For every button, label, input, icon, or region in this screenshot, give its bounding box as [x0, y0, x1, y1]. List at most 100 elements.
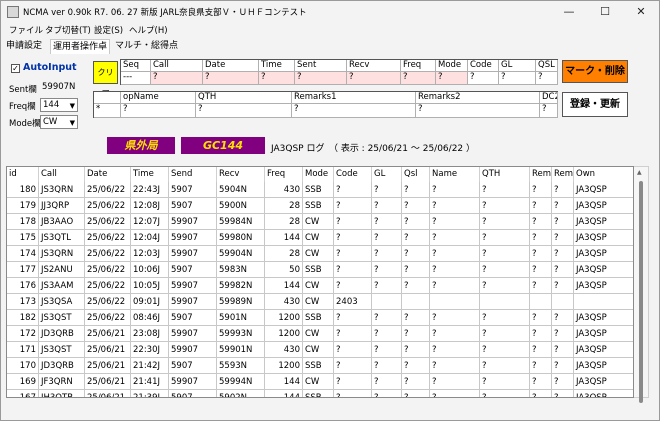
- cell-id[interactable]: 174: [7, 246, 39, 262]
- cell-call[interactable]: JB3AAO: [39, 214, 85, 230]
- cell-remarks1[interactable]: ?: [530, 310, 552, 326]
- cell-freq[interactable]: 144: [265, 374, 303, 390]
- cell-qsl[interactable]: ?: [402, 262, 430, 278]
- cell-qsl[interactable]: [402, 294, 430, 310]
- cell-remarks2[interactable]: [552, 294, 574, 310]
- cell-remarks1[interactable]: ?: [530, 358, 552, 374]
- cell-time[interactable]: 12:07J: [131, 214, 169, 230]
- cell-id[interactable]: 175: [7, 230, 39, 246]
- cell-remarks2[interactable]: ?: [552, 262, 574, 278]
- table-row[interactable]: 174 JS3QRN 25/06/22 12:03J 59907 59904N 28 CW??…: [7, 246, 633, 262]
- cell-name[interactable]: ?: [430, 278, 480, 294]
- cell-call[interactable]: JD3QRB: [39, 326, 85, 342]
- cell-qsl[interactable]: ?: [402, 374, 430, 390]
- cell-qsl[interactable]: ?: [402, 326, 430, 342]
- cell-name[interactable]: ?: [430, 182, 480, 198]
- table-row[interactable]: 175 JS3QTL 25/06/22 12:04J 59907 59980N 144 CW?…: [7, 230, 633, 246]
- cell-recv[interactable]: 5593N: [217, 358, 265, 374]
- cell-time[interactable]: 09:01J: [131, 294, 169, 310]
- cell-id[interactable]: 179: [7, 198, 39, 214]
- menu-file[interactable]: ファイル: [9, 24, 43, 36]
- cell-send[interactable]: 59907: [169, 230, 217, 246]
- cell-send[interactable]: 59907: [169, 326, 217, 342]
- cell-id[interactable]: 182: [7, 310, 39, 326]
- cell-id[interactable]: 167: [7, 390, 39, 397]
- column-header-time[interactable]: Time: [131, 167, 169, 182]
- cell-recv[interactable]: 5902N: [217, 390, 265, 397]
- cell-id[interactable]: 177: [7, 262, 39, 278]
- entry-date-field[interactable]: ?: [203, 72, 259, 85]
- cell-own[interactable]: JA3QSP: [574, 278, 633, 294]
- cell-mode[interactable]: SSB: [303, 182, 334, 198]
- column-header-id[interactable]: id: [7, 167, 39, 182]
- column-header-recv[interactable]: Recv: [217, 167, 265, 182]
- cell-own[interactable]: JA3QSP: [574, 246, 633, 262]
- cell-code[interactable]: 2403: [334, 294, 372, 310]
- cell-call[interactable]: JS3QSA: [39, 294, 85, 310]
- cell-remarks1[interactable]: ?: [530, 390, 552, 397]
- cell-mode[interactable]: CW: [303, 342, 334, 358]
- menu-settings[interactable]: 設定(S): [94, 24, 123, 36]
- cell-id[interactable]: 169: [7, 374, 39, 390]
- cell-freq[interactable]: 144: [265, 230, 303, 246]
- table-row[interactable]: 179 JJ3QRP 25/06/22 12:08J 5907 5900N 28 SSB???…: [7, 198, 633, 214]
- cell-mode[interactable]: SSB: [303, 358, 334, 374]
- entry-dc2-field[interactable]: ?: [540, 104, 558, 118]
- cell-id[interactable]: 170: [7, 358, 39, 374]
- cell-recv[interactable]: 59980N: [217, 230, 265, 246]
- cell-remarks1[interactable]: ?: [530, 230, 552, 246]
- cell-qth[interactable]: ?: [480, 342, 530, 358]
- cell-gl[interactable]: ?: [372, 214, 402, 230]
- maximize-button[interactable]: ☐: [587, 1, 623, 23]
- cell-call[interactable]: JF3QRN: [39, 374, 85, 390]
- cell-remarks1[interactable]: ?: [530, 326, 552, 342]
- cell-qth[interactable]: ?: [480, 326, 530, 342]
- cell-send[interactable]: 5907: [169, 182, 217, 198]
- cell-code[interactable]: ?: [334, 390, 372, 397]
- cell-call[interactable]: JS3QRN: [39, 246, 85, 262]
- cell-mode[interactable]: CW: [303, 278, 334, 294]
- cell-remarks1[interactable]: ?: [530, 182, 552, 198]
- cell-gl[interactable]: ?: [372, 390, 402, 397]
- cell-date[interactable]: 25/06/22: [85, 198, 131, 214]
- cell-call[interactable]: JS2ANU: [39, 262, 85, 278]
- cell-name[interactable]: ?: [430, 246, 480, 262]
- cell-qth[interactable]: ?: [480, 310, 530, 326]
- column-header-code[interactable]: Code: [334, 167, 372, 182]
- cell-name[interactable]: ?: [430, 214, 480, 230]
- cell-recv[interactable]: 59994N: [217, 374, 265, 390]
- cell-mode[interactable]: SSB: [303, 310, 334, 326]
- cell-code[interactable]: ?: [334, 374, 372, 390]
- cell-code[interactable]: ?: [334, 358, 372, 374]
- cell-remarks1[interactable]: ?: [530, 342, 552, 358]
- entry-mode-field[interactable]: ?: [436, 72, 468, 85]
- cell-recv[interactable]: 5983N: [217, 262, 265, 278]
- cell-name[interactable]: ?: [430, 390, 480, 397]
- cell-code[interactable]: ?: [334, 326, 372, 342]
- cell-name[interactable]: [430, 294, 480, 310]
- cell-mode[interactable]: CW: [303, 214, 334, 230]
- entry-sent-field[interactable]: ?: [295, 72, 347, 85]
- cell-freq[interactable]: 1200: [265, 358, 303, 374]
- cell-qth[interactable]: ?: [480, 198, 530, 214]
- tab-operator-console[interactable]: 運用者操作卓: [50, 39, 111, 54]
- cell-send[interactable]: 5907: [169, 358, 217, 374]
- column-header-send[interactable]: Send: [169, 167, 217, 182]
- entry-freq-field[interactable]: ?: [401, 72, 436, 85]
- cell-qth[interactable]: ?: [480, 230, 530, 246]
- cell-time[interactable]: 21:42J: [131, 358, 169, 374]
- table-row[interactable]: 167 JH3QTB 25/06/21 21:39J 5907 5902N 144 SSB??…: [7, 390, 633, 397]
- cell-mode[interactable]: CW: [303, 326, 334, 342]
- cell-id[interactable]: 180: [7, 182, 39, 198]
- entry-opname-field[interactable]: ?: [121, 104, 196, 118]
- mode-select[interactable]: CW ▼: [40, 115, 78, 129]
- cell-recv[interactable]: 5900N: [217, 198, 265, 214]
- cell-own[interactable]: JA3QSP: [574, 374, 633, 390]
- menu-help[interactable]: ヘルプ(H): [129, 24, 168, 36]
- cell-gl[interactable]: [372, 294, 402, 310]
- cell-call[interactable]: JS3QRN: [39, 182, 85, 198]
- cell-name[interactable]: ?: [430, 310, 480, 326]
- cell-mode[interactable]: SSB: [303, 262, 334, 278]
- cell-gl[interactable]: ?: [372, 262, 402, 278]
- cell-name[interactable]: ?: [430, 230, 480, 246]
